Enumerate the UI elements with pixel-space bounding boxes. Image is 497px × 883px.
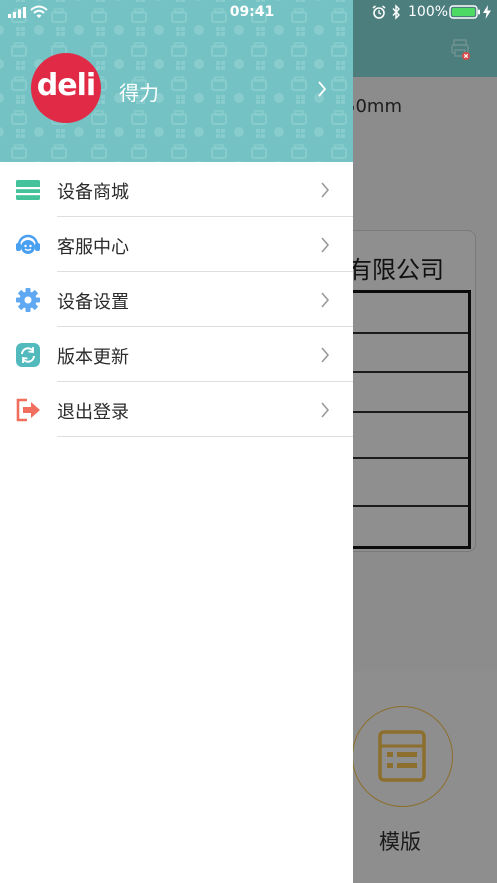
side-drawer: deli 得力 设备商城 客服中心 设备设置 版本更新 退出登录: [0, 0, 353, 883]
printer-disconnected-icon[interactable]: [450, 38, 472, 60]
settings-gear-icon: [16, 288, 40, 312]
chevron-right-icon: [321, 237, 330, 253]
battery-percentage: 100%: [408, 4, 449, 20]
deli-logo-avatar[interactable]: deli: [31, 53, 101, 123]
chevron-right-icon: [321, 292, 330, 308]
menu-item-device-store[interactable]: 设备商城: [0, 162, 353, 217]
menu-item-version-update[interactable]: 版本更新: [0, 327, 353, 382]
status-bar: 09:41 100%: [0, 0, 497, 26]
deli-logo-text: deli: [36, 68, 96, 103]
update-icon: [16, 343, 40, 367]
divider: [57, 436, 353, 437]
alarm-clock-icon: [372, 5, 386, 19]
cellular-signal-icon: [8, 7, 26, 18]
menu-label: 设备商城: [57, 182, 129, 203]
status-time: 09:41: [229, 4, 275, 20]
label-company-text: 有限公司: [348, 256, 444, 284]
logout-icon: [16, 398, 40, 422]
menu-item-device-settings[interactable]: 设备设置: [0, 272, 353, 327]
charging-bolt-icon: [483, 5, 491, 19]
chevron-right-icon: [321, 402, 330, 418]
customer-service-icon: [16, 234, 40, 254]
menu-label: 退出登录: [57, 402, 129, 423]
menu-label: 版本更新: [57, 347, 129, 368]
template-icon: [378, 730, 426, 782]
wifi-icon: [30, 5, 48, 18]
menu-label: 客服中心: [57, 237, 129, 258]
template-label: 模版: [379, 830, 421, 854]
chevron-right-icon[interactable]: [317, 81, 327, 97]
battery-icon: [449, 5, 480, 19]
store-icon: [16, 180, 40, 200]
chevron-right-icon: [321, 347, 330, 363]
profile-user-name[interactable]: 得力: [119, 77, 159, 106]
menu-item-customer-service[interactable]: 客服中心: [0, 217, 353, 272]
bluetooth-icon: [392, 4, 400, 20]
menu-item-logout[interactable]: 退出登录: [0, 382, 353, 437]
chevron-right-icon: [321, 182, 330, 198]
menu-label: 设备设置: [57, 292, 129, 313]
